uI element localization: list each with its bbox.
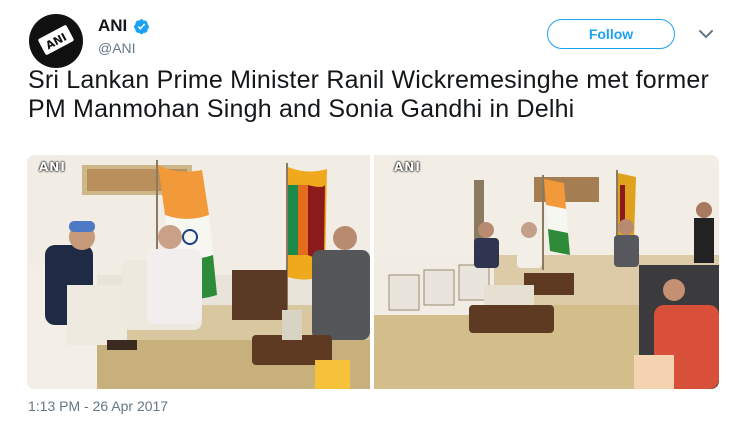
tweet-media[interactable]: ANI ANI (27, 155, 719, 389)
photo-watermark: ANI (39, 160, 66, 174)
tweet-text: Sri Lankan Prime Minister Ranil Wickreme… (28, 66, 710, 123)
media-photo-1[interactable]: ANI (27, 155, 370, 389)
media-photo-2[interactable]: ANI (374, 155, 719, 389)
photo-watermark: ANI (394, 160, 421, 174)
display-name[interactable]: ANI (98, 16, 127, 36)
avatar[interactable]: ANI (29, 14, 83, 68)
verified-badge-icon (134, 18, 150, 34)
name-row: ANI (98, 16, 150, 36)
tweet-timestamp[interactable]: 1:13 PM - 26 Apr 2017 (28, 398, 168, 414)
photo-2-illustration (374, 155, 719, 389)
avatar-logo-text: ANI (43, 30, 69, 52)
photo-1-illustration (27, 155, 370, 389)
chevron-down-icon[interactable] (698, 28, 714, 40)
user-handle[interactable]: @ANI (98, 40, 136, 56)
tweet-card: ANI ANI @ANI Follow Sri Lankan Prime Min… (0, 0, 749, 421)
follow-button[interactable]: Follow (547, 19, 675, 49)
